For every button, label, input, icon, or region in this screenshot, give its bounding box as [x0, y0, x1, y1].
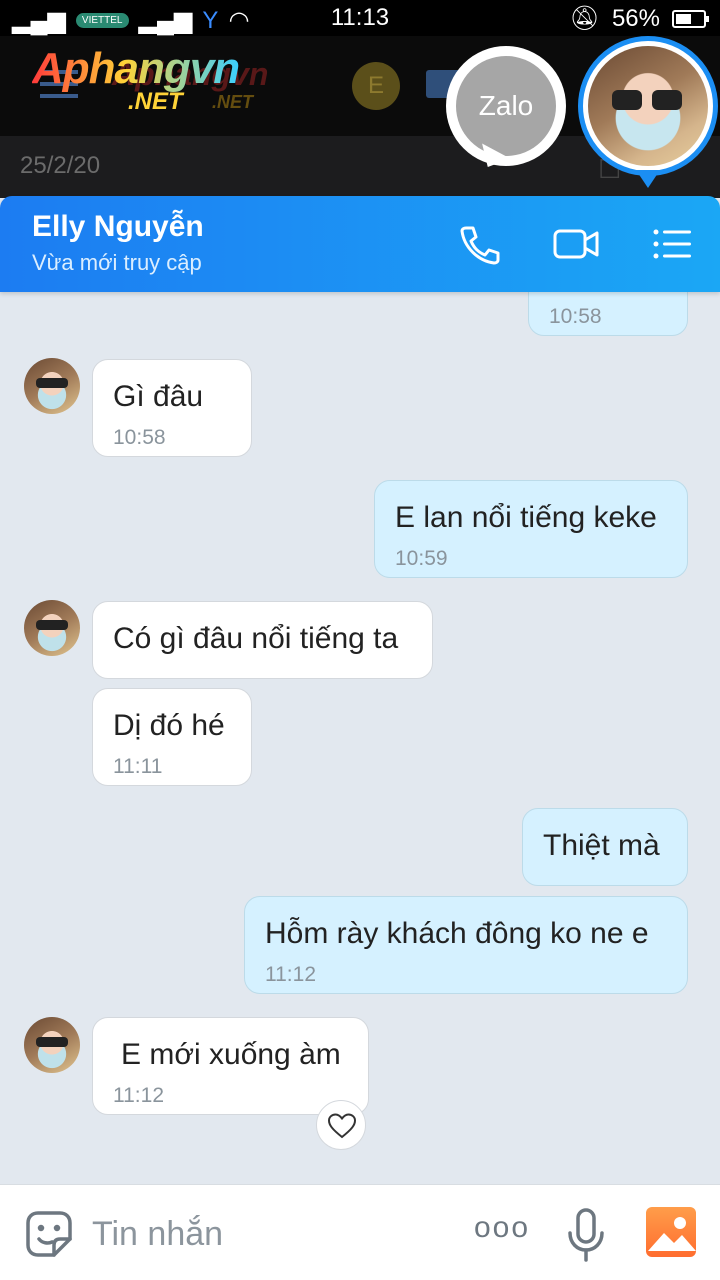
contact-avatar[interactable]	[24, 1017, 80, 1073]
video-call-icon[interactable]	[552, 220, 600, 268]
watermark-shadow-sub: .NET	[212, 92, 254, 112]
message-time: 11:11	[113, 755, 163, 778]
contact-status: Vừa mới truy cập	[32, 250, 202, 275]
battery-percent: 56%	[611, 4, 660, 32]
react-heart-button[interactable]	[316, 1100, 366, 1150]
heart-icon	[328, 1113, 356, 1139]
background-avatar: E	[352, 62, 400, 110]
message-time: 11:12	[113, 1084, 164, 1107]
message-input-field[interactable]: Tin nhắn	[92, 1215, 223, 1254]
microphone-icon[interactable]	[566, 1207, 606, 1263]
message-time: 10:58	[549, 305, 602, 328]
contact-chathead-avatar[interactable]	[578, 36, 718, 176]
message-bubble-outgoing[interactable]: Hỗm rày khách đông ko ne e 11:12	[244, 896, 688, 994]
message-bubble-incoming[interactable]: Có gì đâu nổi tiếng ta	[92, 601, 433, 679]
message-text: Thiệt mà	[543, 829, 660, 862]
watermark-logo-sub: .NET	[128, 88, 183, 115]
message-text: E lan nổi tiếng keke	[395, 501, 657, 534]
message-text: E mới xuống àm	[121, 1038, 341, 1071]
status-bar: ▂▄▆ VIETTEL ▂▄▆ Y ◠ 11:13 🔕︎ 56%	[0, 0, 720, 36]
watermark-logo: Aphangvn .NET	[32, 44, 240, 115]
message-text: Gì đâu	[113, 380, 204, 413]
message-bubble-incoming[interactable]: Gì đâu 10:58	[92, 359, 252, 457]
message-time: 11:12	[265, 963, 316, 986]
watermark-logo-text: Aphangvn	[32, 44, 240, 93]
more-options-icon[interactable]: ooo	[474, 1211, 530, 1245]
zalo-logo: Zalo	[456, 56, 556, 156]
message-bubble-outgoing[interactable]: E lan nổi tiếng keke 10:59	[374, 480, 688, 578]
message-text: Dị đó hé	[113, 709, 225, 742]
message-bubble-incoming[interactable]: Dị đó hé 11:11	[92, 688, 252, 786]
message-bubble-incoming[interactable]: E mới xuống àm 11:12	[92, 1017, 369, 1115]
message-bubble-outgoing[interactable]: Thiệt mà	[522, 808, 688, 886]
message-time: 10:59	[395, 547, 448, 570]
emoji-sticker-icon[interactable]	[24, 1209, 74, 1259]
avatar-photo	[588, 46, 708, 166]
menu-list-icon[interactable]	[648, 220, 696, 268]
zalo-chathead-button[interactable]: Zalo	[446, 46, 566, 166]
photo-gallery-icon[interactable]	[646, 1207, 696, 1257]
message-time: 10:58	[113, 426, 166, 449]
chat-header: Elly Nguyễn Vừa mới truy cập	[0, 196, 720, 292]
battery-icon	[672, 9, 709, 28]
contact-name[interactable]: Elly Nguyễn	[32, 210, 204, 244]
contact-avatar[interactable]	[24, 600, 80, 656]
phone-icon[interactable]	[456, 220, 504, 268]
background-date: 25/2/20	[20, 152, 101, 179]
status-right-icons: 🔕︎ 56%	[569, 4, 709, 33]
message-text: Hỗm rày khách đông ko ne e	[265, 917, 649, 950]
message-input-bar: Tin nhắn ooo	[0, 1184, 720, 1280]
mute-bell-icon: 🔕︎	[569, 5, 600, 32]
chathead-pointer	[636, 170, 660, 188]
message-text: Có gì đâu nổi tiếng ta	[113, 622, 399, 655]
contact-avatar[interactable]	[24, 358, 80, 414]
